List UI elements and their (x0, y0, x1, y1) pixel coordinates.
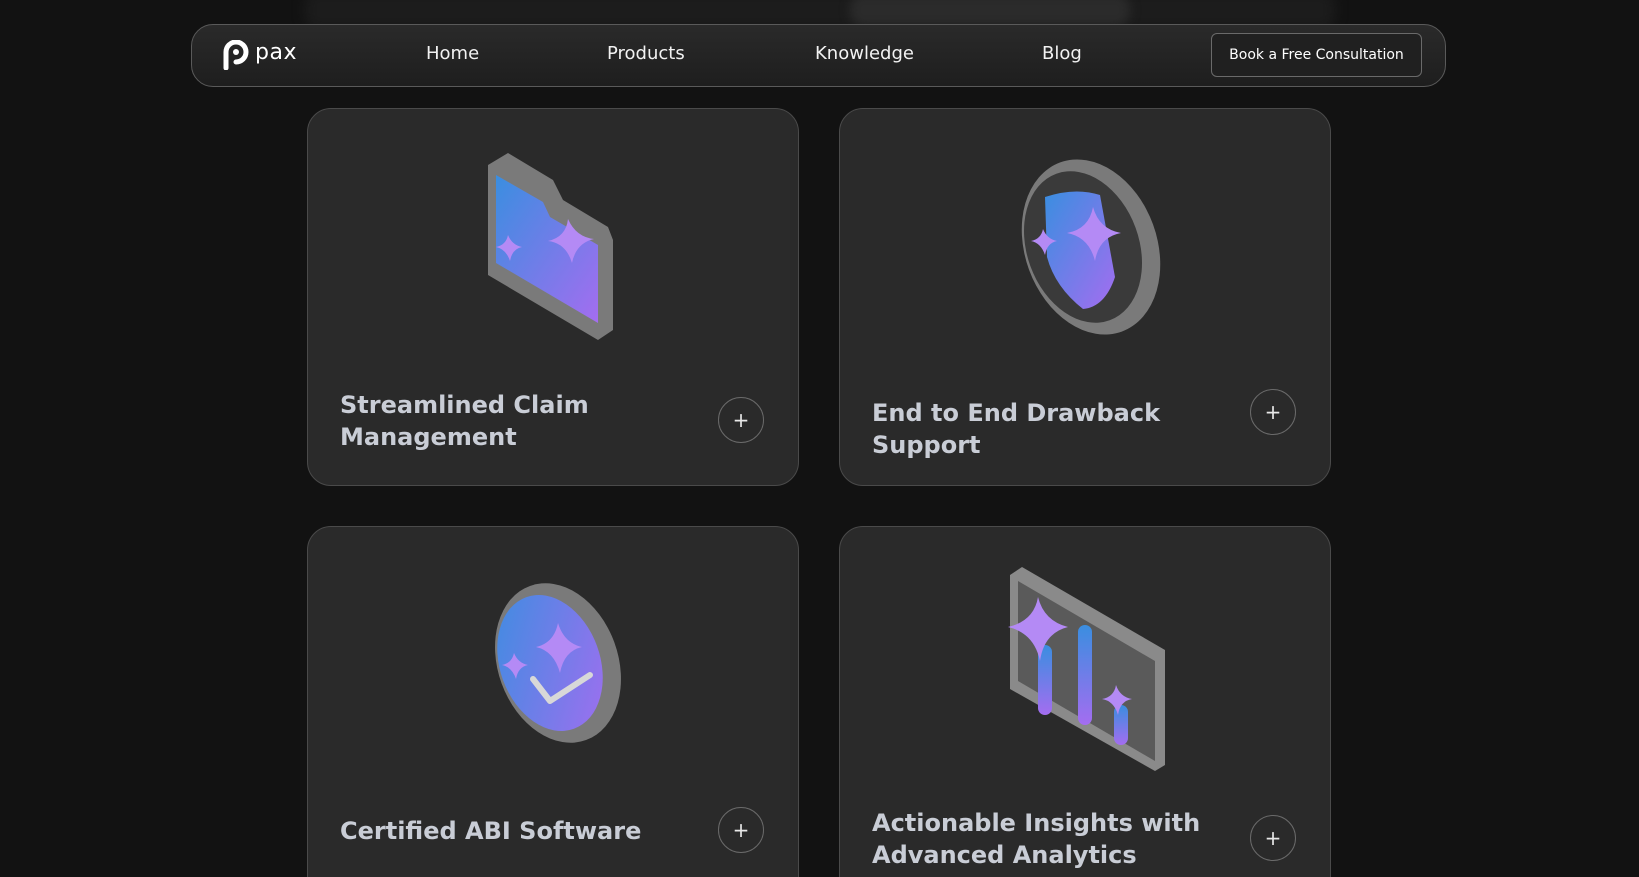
card-title: Actionable Insights with Advanced Analyt… (872, 809, 1201, 869)
folder-sparkle-icon (308, 145, 798, 355)
nav-link-home[interactable]: Home (426, 43, 479, 64)
feature-card-claim-management[interactable]: Streamlined Claim Management + (307, 108, 799, 486)
feature-card-abi-software[interactable]: Certified ABI Software + (307, 526, 799, 877)
logo-text: pax (255, 39, 297, 65)
top-navbar: pax Home Products Knowledge Blog Book a … (191, 24, 1446, 87)
top-shadow-highlight (850, 0, 1130, 26)
logo[interactable]: pax (223, 39, 297, 71)
analytics-sparkle-icon (840, 565, 1330, 775)
plus-icon: + (732, 408, 750, 432)
expand-button[interactable]: + (1250, 815, 1296, 861)
expand-button[interactable]: + (1250, 389, 1296, 435)
plus-icon: + (1264, 826, 1282, 850)
expand-button[interactable]: + (718, 807, 764, 853)
nav-link-blog[interactable]: Blog (1042, 43, 1082, 64)
shield-sparkle-icon (840, 157, 1330, 347)
pax-logo-icon (223, 40, 249, 70)
plus-icon: + (1264, 400, 1282, 424)
book-consultation-button[interactable]: Book a Free Consultation (1211, 33, 1422, 77)
card-title: End to End Drawback Support (872, 399, 1161, 459)
page: pax Home Products Knowledge Blog Book a … (0, 0, 1639, 877)
card-title: Streamlined Claim Management (340, 391, 589, 451)
card-title: Certified ABI Software (340, 817, 642, 845)
plus-icon: + (732, 818, 750, 842)
feature-card-analytics[interactable]: Actionable Insights with Advanced Analyt… (839, 526, 1331, 877)
nav-link-products[interactable]: Products (607, 43, 685, 64)
expand-button[interactable]: + (718, 397, 764, 443)
feature-card-drawback-support[interactable]: End to End Drawback Support + (839, 108, 1331, 486)
nav-link-knowledge[interactable]: Knowledge (815, 43, 914, 64)
badge-check-sparkle-icon (308, 583, 798, 753)
